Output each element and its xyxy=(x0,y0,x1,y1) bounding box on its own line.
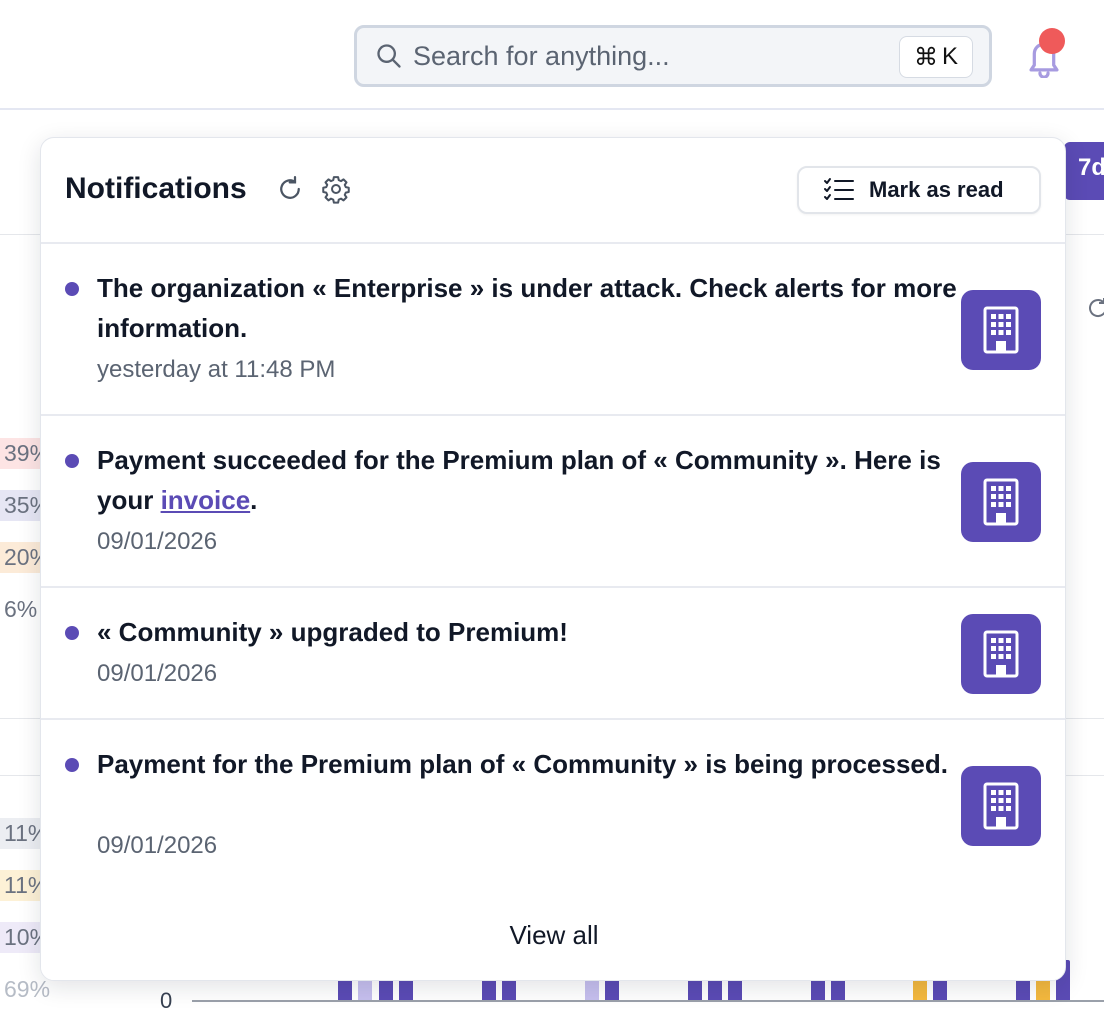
unread-dot xyxy=(65,626,79,640)
search-shortcut: ⌘ K xyxy=(898,36,973,78)
unread-dot xyxy=(65,454,79,468)
notification-item[interactable]: The organization « Enterprise » is under… xyxy=(41,244,1065,416)
notifications-header: Notifications Mark as read xyxy=(41,138,1065,244)
building-icon xyxy=(983,630,1019,678)
shortcut-key: K xyxy=(941,43,958,70)
invoice-link[interactable]: invoice xyxy=(161,485,251,515)
organization-icon xyxy=(961,290,1041,370)
notification-message: Payment succeeded for the Premium plan o… xyxy=(97,440,967,520)
notification-item[interactable]: Payment for the Premium plan of « Commun… xyxy=(41,720,1065,892)
view-all-button[interactable]: View all xyxy=(41,890,1065,980)
notification-message: Payment for the Premium plan of « Commun… xyxy=(97,749,948,779)
notification-item[interactable]: Payment succeeded for the Premium plan o… xyxy=(41,416,1065,588)
notification-time: 09/01/2026 xyxy=(97,832,218,859)
notification-badge xyxy=(1039,28,1065,54)
notifications-panel: Notifications Mark as read The organizat… xyxy=(40,137,1066,981)
notifications-title: Notifications xyxy=(65,172,247,205)
refresh-icon[interactable] xyxy=(275,174,305,204)
refresh-icon[interactable] xyxy=(1086,294,1104,322)
notification-message-end: . xyxy=(250,485,258,515)
organization-icon xyxy=(961,766,1041,846)
notification-item[interactable]: « Community » upgraded to Premium! 09/01… xyxy=(41,588,1065,720)
building-icon xyxy=(983,306,1019,354)
gear-icon[interactable] xyxy=(321,174,351,204)
bg-axis-zero: 0 xyxy=(160,988,173,1013)
notification-time: 09/01/2026 xyxy=(97,660,218,687)
notification-time: yesterday at 11:48 PM xyxy=(97,356,336,383)
command-key-icon: ⌘ xyxy=(913,43,938,71)
mark-as-read-label: Mark as read xyxy=(869,177,1004,202)
notification-time: 09/01/2026 xyxy=(97,528,218,555)
mark-as-read-button[interactable]: Mark as read xyxy=(797,166,1041,214)
search-icon xyxy=(377,44,401,68)
building-icon xyxy=(983,782,1019,830)
organization-icon xyxy=(961,614,1041,694)
notification-message: The organization « Enterprise » is under… xyxy=(97,273,957,343)
search-bar[interactable]: Search for anything... ⌘ K xyxy=(354,25,992,87)
period-7d-button[interactable]: 7d xyxy=(1064,142,1104,200)
bg-axis-line xyxy=(192,1000,1104,1002)
notification-message: « Community » upgraded to Premium! xyxy=(97,617,568,647)
unread-dot xyxy=(65,282,79,296)
organization-icon xyxy=(961,462,1041,542)
bg-percentage: 6% xyxy=(4,596,38,622)
checklist-icon xyxy=(824,178,854,200)
top-bar: Search for anything... ⌘ K xyxy=(0,0,1104,110)
building-icon xyxy=(983,478,1019,526)
unread-dot xyxy=(65,758,79,772)
